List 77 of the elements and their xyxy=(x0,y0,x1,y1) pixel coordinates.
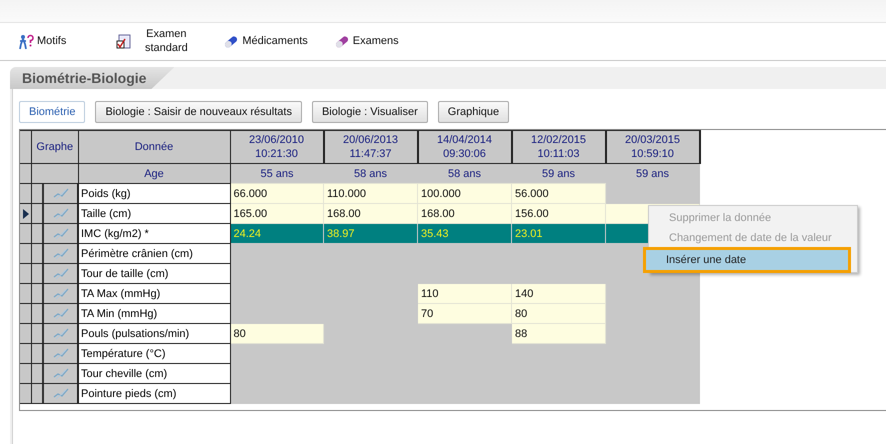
column-header: Donnée xyxy=(78,130,230,164)
age-cell: 58 ans xyxy=(418,164,512,184)
table-cell: 24.24 xyxy=(230,224,324,244)
table-cell: TA Max (mmHg) xyxy=(78,284,230,304)
table-cell: 80 xyxy=(230,324,324,344)
tab[interactable]: Graphique xyxy=(438,101,510,123)
chart-line-icon xyxy=(52,328,68,340)
graph-cell[interactable] xyxy=(32,204,78,224)
table-cell: Taille (cm) xyxy=(78,204,230,224)
panel-title: Biométrie-Biologie xyxy=(10,67,174,89)
table-cell: 165.00 xyxy=(230,204,324,224)
graph-cell[interactable] xyxy=(32,324,78,344)
toolbar-button[interactable]: Motifs xyxy=(18,34,66,50)
table-cell: Périmètre crânien (cm) xyxy=(78,244,230,264)
table-cell: 35.43 xyxy=(418,224,512,244)
graph-cell[interactable] xyxy=(32,224,78,244)
form-icon xyxy=(116,34,132,50)
table-cell: TA Min (mmHg) xyxy=(78,304,230,324)
table-cell: Pouls (pulsations/min) xyxy=(78,324,230,344)
table-cell: Tour de taille (cm) xyxy=(78,264,230,284)
chart-line-icon xyxy=(52,188,68,200)
graph-cell[interactable] xyxy=(32,304,78,324)
graph-cell[interactable] xyxy=(32,284,78,304)
date-column-header[interactable]: 12/02/2015 10:11:03 xyxy=(512,130,606,164)
table-cell: Température (°C) xyxy=(78,344,230,364)
table-cell: 168.00 xyxy=(418,204,512,224)
table-cell: 23.01 xyxy=(512,224,606,244)
table-cell: 140 xyxy=(512,284,606,304)
table-cell: Tour cheville (cm) xyxy=(78,364,230,384)
table-cell: 168.00 xyxy=(324,204,418,224)
tab[interactable]: Biométrie xyxy=(19,101,86,123)
toolbar-button[interactable]: Examen standard xyxy=(116,28,198,55)
table-cell: 70 xyxy=(418,304,512,324)
table-cell: 110 xyxy=(418,284,512,304)
table-cell: 80 xyxy=(512,304,606,324)
chart-line-icon xyxy=(52,228,68,240)
toolbar-button[interactable]: Examens xyxy=(334,34,399,50)
date-column-header[interactable]: 23/06/2010 10:21:30 xyxy=(230,130,324,164)
menu-item[interactable]: Insérer une date xyxy=(646,250,848,270)
table-cell: 66.000 xyxy=(230,184,324,204)
column-header: Graphe xyxy=(32,130,78,164)
age-cell: 58 ans xyxy=(324,164,418,184)
age-cell: 59 ans xyxy=(606,164,700,184)
graph-cell[interactable] xyxy=(32,384,78,404)
chart-line-icon xyxy=(52,268,68,280)
age-cell: 55 ans xyxy=(230,164,324,184)
table-cell: 88 xyxy=(512,324,606,344)
graph-cell[interactable] xyxy=(32,344,78,364)
person-icon xyxy=(18,34,34,50)
table-cell: Poids (kg) xyxy=(78,184,230,204)
graph-cell[interactable] xyxy=(32,364,78,384)
table-cell: Pointure pieds (cm) xyxy=(78,384,230,404)
chart-line-icon xyxy=(52,248,68,260)
chart-line-icon xyxy=(52,368,68,380)
chart-line-icon xyxy=(52,388,68,400)
date-column-header[interactable]: 14/04/2014 09:30:06 xyxy=(418,130,512,164)
tab[interactable]: Biologie : Saisir de nouveaux résultats xyxy=(95,101,302,123)
tab[interactable]: Biologie : Visualiser xyxy=(312,101,428,123)
table-cell: 100.000 xyxy=(418,184,512,204)
chart-line-icon xyxy=(52,348,68,360)
graph-cell[interactable] xyxy=(32,264,78,284)
table-cell: 56.000 xyxy=(512,184,606,204)
chart-line-icon xyxy=(52,288,68,300)
table-cell: 110.000 xyxy=(324,184,418,204)
chart-line-icon xyxy=(52,308,68,320)
age-label: Age xyxy=(78,164,230,184)
date-column-header[interactable]: 20/03/2015 10:59:10 xyxy=(606,130,700,164)
table-cell: IMC (kg/m2) * xyxy=(78,224,230,244)
chart-line-icon xyxy=(52,208,68,220)
table-cell: 156.00 xyxy=(512,204,606,224)
graph-cell[interactable] xyxy=(32,184,78,204)
age-cell: 59 ans xyxy=(512,164,606,184)
table-cell: 38.97 xyxy=(324,224,418,244)
date-column-header[interactable]: 20/06/2013 11:47:37 xyxy=(324,130,418,164)
graph-cell[interactable] xyxy=(32,244,78,264)
current-row-icon xyxy=(22,208,28,218)
toolbar-button[interactable]: Médicaments xyxy=(223,34,308,50)
